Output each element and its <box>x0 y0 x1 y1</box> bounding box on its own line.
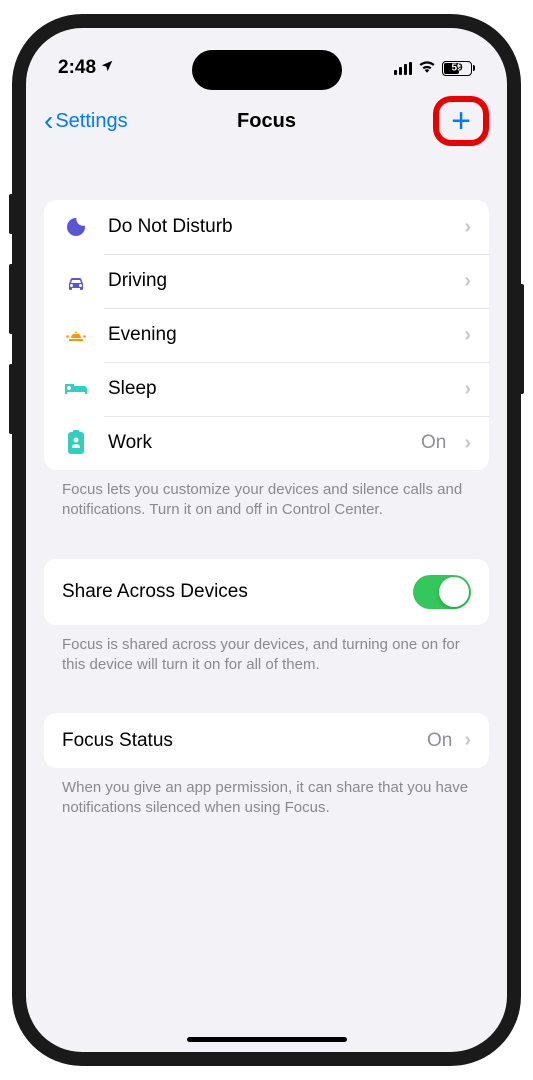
share-row: Share Across Devices <box>44 559 489 625</box>
cellular-icon <box>394 62 413 75</box>
share-footer: Focus is shared across your devices, and… <box>44 625 489 676</box>
screen: 2:48 59 <box>26 28 507 1052</box>
battery-level: 59 <box>451 63 462 74</box>
chevron-right-icon: › <box>464 378 471 401</box>
focus-status-footer: When you give an app permission, it can … <box>44 768 489 819</box>
focus-label: Work <box>108 432 403 454</box>
phone-frame: 2:48 59 <box>12 14 521 1066</box>
toggle-knob <box>439 577 469 607</box>
battery-icon: 59 <box>442 61 475 76</box>
share-label: Share Across Devices <box>62 581 401 603</box>
nav-bar: ‹ Settings Focus + <box>26 86 507 160</box>
share-toggle[interactable] <box>413 575 471 609</box>
badge-icon <box>62 430 90 456</box>
focus-row-driving[interactable]: Driving › <box>44 254 489 308</box>
bed-icon <box>62 380 90 398</box>
plus-icon: + <box>451 104 471 138</box>
focus-modes-section: Do Not Disturb › Driving › <box>44 200 489 470</box>
back-button[interactable]: ‹ Settings <box>44 107 128 135</box>
back-label: Settings <box>55 110 127 133</box>
focus-value: On <box>421 432 446 454</box>
focus-label: Do Not Disturb <box>108 216 446 238</box>
focus-label: Evening <box>108 324 446 346</box>
chevron-right-icon: › <box>464 729 471 752</box>
status-time: 2:48 <box>58 57 96 79</box>
focus-status-label: Focus Status <box>62 730 415 752</box>
focus-row-work[interactable]: Work On › <box>44 416 489 470</box>
notch <box>192 50 342 90</box>
focus-label: Driving <box>108 270 446 292</box>
add-focus-button[interactable]: + <box>433 96 489 146</box>
content: Do Not Disturb › Driving › <box>26 160 507 819</box>
share-section: Share Across Devices <box>44 559 489 625</box>
side-buttons-right <box>521 284 524 394</box>
location-icon <box>100 59 114 77</box>
chevron-right-icon: › <box>464 270 471 293</box>
side-buttons-left <box>9 194 12 464</box>
focus-footer: Focus lets you customize your devices an… <box>44 470 489 521</box>
focus-status-value: On <box>427 730 452 752</box>
chevron-right-icon: › <box>464 216 471 239</box>
chevron-right-icon: › <box>464 324 471 347</box>
chevron-back-icon: ‹ <box>44 107 53 135</box>
sunset-icon <box>62 325 90 345</box>
focus-label: Sleep <box>108 378 446 400</box>
car-icon <box>62 271 90 291</box>
moon-icon <box>62 215 90 239</box>
home-indicator[interactable] <box>187 1037 347 1042</box>
wifi-icon <box>418 58 436 78</box>
page-title: Focus <box>237 110 296 133</box>
focus-row-evening[interactable]: Evening › <box>44 308 489 362</box>
focus-status-section: Focus Status On › <box>44 713 489 768</box>
chevron-right-icon: › <box>464 432 471 455</box>
status-right: 59 <box>394 58 476 78</box>
focus-row-sleep[interactable]: Sleep › <box>44 362 489 416</box>
focus-status-row[interactable]: Focus Status On › <box>44 713 489 768</box>
focus-row-dnd[interactable]: Do Not Disturb › <box>44 200 489 254</box>
status-left: 2:48 <box>58 57 114 79</box>
